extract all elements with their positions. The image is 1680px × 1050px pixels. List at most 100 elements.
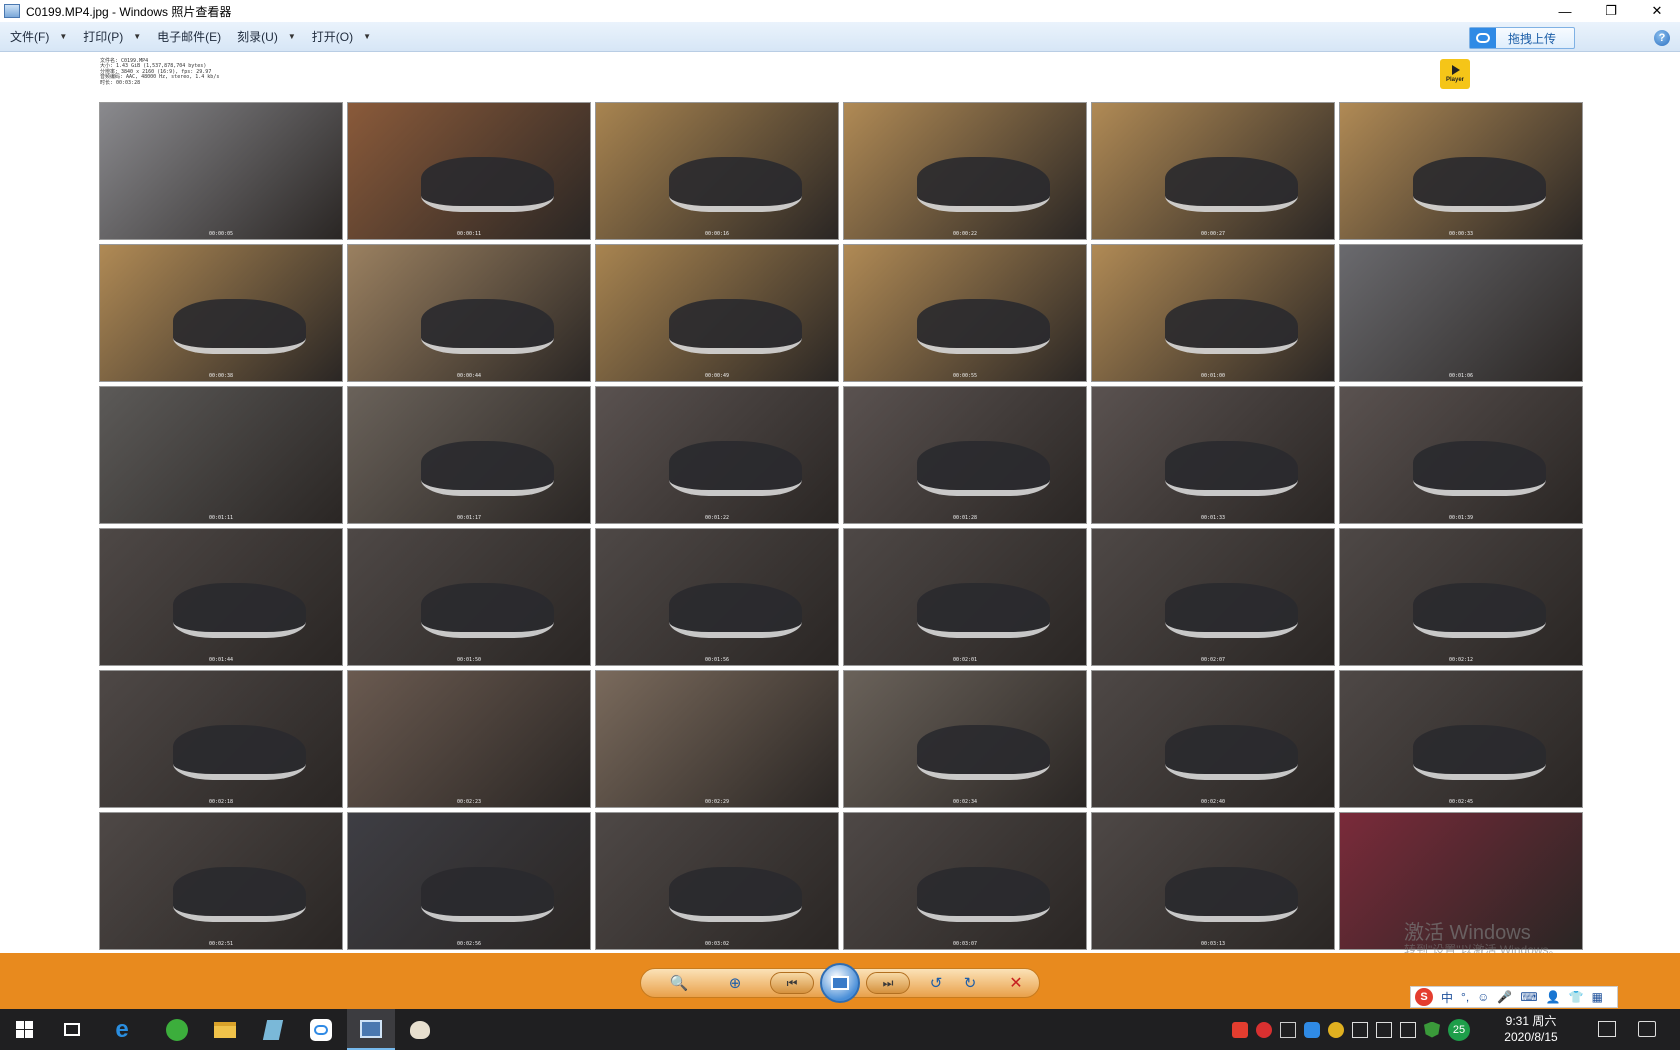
task-view-icon — [64, 1023, 80, 1036]
restore-button[interactable]: ❐ — [1588, 0, 1634, 22]
taskbar-baidu-netdisk[interactable] — [297, 1009, 345, 1050]
tray-app-icon[interactable] — [1256, 1021, 1272, 1038]
chevron-down-icon: ▼ — [287, 32, 296, 41]
thumbnail: 00:02:23 — [347, 670, 591, 808]
cloud-upload-icon — [1470, 28, 1496, 48]
menu-burn[interactable]: 刻录(U) ▼ — [237, 22, 296, 52]
notification-icon[interactable] — [1638, 1021, 1656, 1037]
menu-email[interactable]: 电子邮件(E) — [157, 22, 221, 52]
chevron-down-icon: ▼ — [363, 32, 372, 41]
shoe-shape — [1164, 725, 1298, 780]
shoe-shape — [1412, 441, 1546, 496]
thumbnail: 00:01:28 — [843, 386, 1087, 524]
ime-mic-icon[interactable]: 🎤 — [1497, 990, 1512, 1004]
delete-icon[interactable]: ✕ — [1004, 972, 1028, 994]
shoe-shape — [668, 299, 802, 354]
ime-user-icon[interactable]: 👤 — [1546, 990, 1561, 1004]
actual-size-icon[interactable]: ⊕ — [718, 972, 752, 994]
next-button[interactable]: ⏭ — [866, 972, 910, 994]
volume-icon[interactable] — [1400, 1021, 1416, 1038]
thumbnail: 00:02:51 — [99, 812, 343, 950]
shoe-shape — [1412, 583, 1546, 638]
zoom-icon[interactable]: 🔍 — [662, 972, 696, 994]
computer-tray-icon[interactable] — [1376, 1021, 1392, 1038]
shield-icon[interactable] — [1424, 1021, 1440, 1038]
rotate-ccw-icon[interactable]: ↺ — [924, 972, 948, 994]
task-view-button[interactable] — [48, 1009, 96, 1050]
clock[interactable]: 9:31 周六 2020/8/15 — [1498, 1013, 1564, 1045]
thumbnail-timestamp: 00:01:33 — [1200, 515, 1226, 521]
thumbnail: 00:00:05 — [99, 102, 343, 240]
thumbnail-timestamp: 00:02:01 — [952, 657, 978, 663]
slideshow-button[interactable] — [820, 963, 860, 1003]
thumbnail-timestamp: 00:03:02 — [704, 941, 730, 947]
netdisk-tray-icon[interactable] — [1304, 1021, 1320, 1038]
network-tray-icon[interactable] — [1280, 1021, 1296, 1038]
menu-bar: 文件(F) ▼ 打印(P) ▼ 电子邮件(E) 刻录(U) ▼ 打开(O) ▼ 拖拽上传… — [0, 22, 1680, 52]
usb-tray-icon[interactable] — [1352, 1021, 1368, 1038]
thumbnail: 00:00:33 — [1339, 102, 1583, 240]
chevron-down-icon: ▼ — [59, 32, 68, 41]
thumbnail-timestamp: 00:00:16 — [704, 231, 730, 237]
thumbnail: 00:00:44 — [347, 244, 591, 382]
ime-punctuation-toggle[interactable]: °, — [1461, 990, 1469, 1004]
taskbar-paint[interactable] — [396, 1009, 444, 1050]
shoe-shape — [172, 867, 306, 922]
taskbar-photo-viewer[interactable] — [347, 1009, 395, 1050]
windows-logo-icon — [15, 1021, 33, 1038]
shoe-shape — [420, 299, 554, 354]
photo-viewer-icon — [4, 4, 20, 18]
chevron-down-icon: ▼ — [133, 32, 142, 41]
shoe-shape — [916, 725, 1050, 780]
shoe-shape — [916, 299, 1050, 354]
thumbnail-timestamp: 00:01:28 — [952, 515, 978, 521]
thumbnail-timestamp: 00:02:56 — [456, 941, 482, 947]
ime-emoji-icon[interactable]: ☺ — [1477, 990, 1489, 1004]
start-button[interactable] — [0, 1009, 48, 1050]
sogou-logo-icon[interactable]: S — [1415, 988, 1433, 1006]
menu-file[interactable]: 文件(F) ▼ — [10, 22, 67, 52]
thumbnail: 00:02:56 — [347, 812, 591, 950]
notes-icon[interactable] — [1598, 1021, 1616, 1037]
drag-upload-button[interactable]: 拖拽上传 — [1469, 27, 1575, 49]
plus-tray-icon[interactable] — [1328, 1021, 1344, 1038]
thumbnail-timestamp: 00:00:38 — [208, 373, 234, 379]
photo-viewer-icon — [360, 1019, 382, 1038]
thumbnail-timestamp: 00:00:55 — [952, 373, 978, 379]
video-metadata: 文件名: C0199.MP4 大小: 1.43 GiB (1,537,878,7… — [100, 58, 219, 86]
ime-language-toggle[interactable]: 中 — [1441, 989, 1453, 1006]
previous-button[interactable]: ⏮ — [770, 972, 814, 994]
shoe-shape — [420, 867, 554, 922]
thumbnail: 00:03:07 — [843, 812, 1087, 950]
thumbnail: 00:02:01 — [843, 528, 1087, 666]
sogou-tray-icon[interactable] — [1232, 1021, 1248, 1038]
menu-print-label: 打印(P) — [83, 30, 124, 44]
clock-time: 9:31 周六 — [1505, 1014, 1557, 1028]
help-icon[interactable]: ? — [1654, 30, 1670, 46]
menu-open[interactable]: 打开(O) ▼ — [312, 22, 371, 52]
tray-badge[interactable]: 25 — [1448, 1018, 1470, 1041]
rotate-cw-icon[interactable]: ↻ — [958, 972, 982, 994]
thumbnail-timestamp: 00:00:44 — [456, 373, 482, 379]
thumbnail: 00:02:07 — [1091, 528, 1335, 666]
ime-keyboard-icon[interactable]: ⌨ — [1520, 990, 1537, 1004]
shoe-shape — [172, 583, 306, 638]
menu-burn-label: 刻录(U) — [237, 30, 278, 44]
minimize-button[interactable]: — — [1542, 0, 1588, 22]
taskbar-app[interactable] — [249, 1009, 297, 1050]
cloud-icon — [310, 1018, 332, 1041]
close-button[interactable]: ✕ — [1634, 0, 1680, 22]
shoe-shape — [172, 299, 306, 354]
ime-toolbox-icon[interactable]: ▦ — [1592, 990, 1603, 1004]
taskbar-browser[interactable] — [153, 1009, 201, 1050]
ime-skin-icon[interactable]: 👕 — [1569, 990, 1584, 1004]
thumbnail-timestamp: 00:00:49 — [704, 373, 730, 379]
thumbnail: 00:02:18 — [99, 670, 343, 808]
window-title: C0199.MP4.jpg - Windows 照片查看器 — [26, 4, 232, 19]
menu-print[interactable]: 打印(P) ▼ — [83, 22, 141, 52]
thumbnail-grid: 00:00:05 00:00:11 00:00:16 00:00:22 00:00:27… — [99, 102, 1583, 950]
taskbar-ie[interactable]: e — [98, 1009, 146, 1050]
thumbnail-timestamp: 00:02:51 — [208, 941, 234, 947]
taskbar-file-explorer[interactable] — [201, 1009, 249, 1050]
thumbnail-timestamp: 00:03:13 — [1200, 941, 1226, 947]
